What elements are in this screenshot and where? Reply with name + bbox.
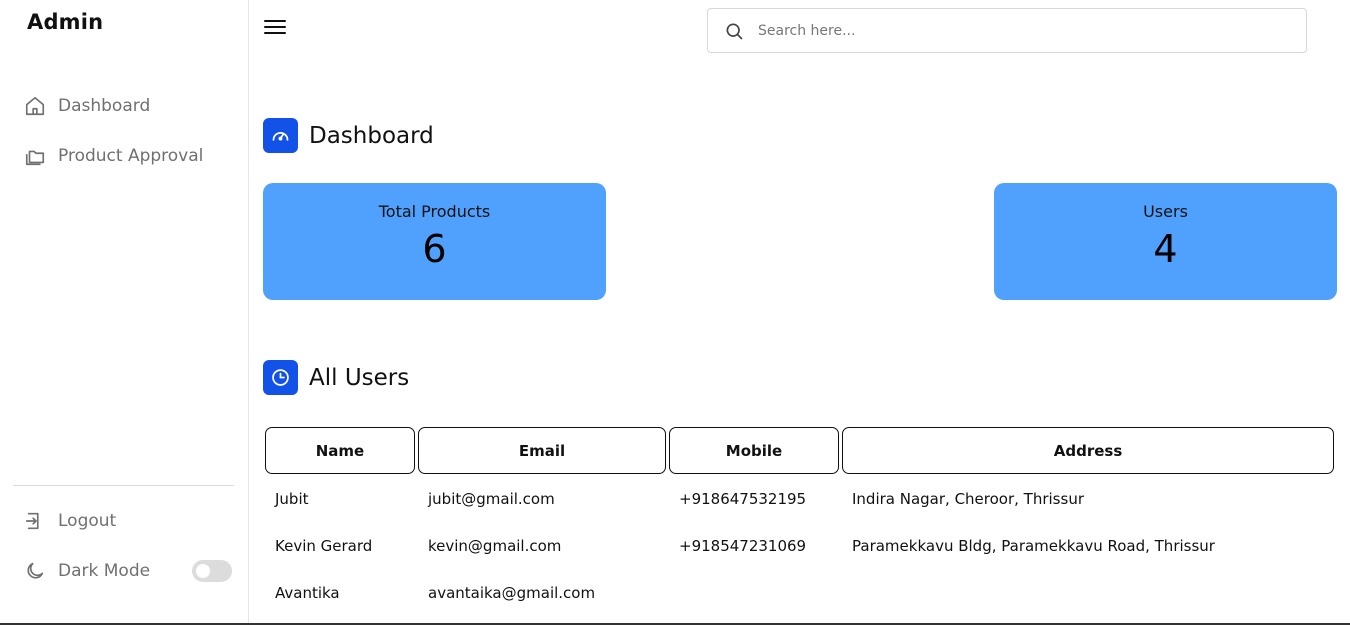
sidebar-item-product-approval[interactable]: Product Approval — [24, 145, 203, 167]
cell-address: Paramekkavu Bldg, Paramekkavu Road, Thri… — [852, 536, 1215, 555]
section-title: All Users — [309, 364, 410, 391]
cell-mobile: +918647532195 — [679, 489, 807, 508]
card-value: 6 — [422, 227, 447, 271]
logout-icon — [24, 510, 46, 532]
logout-label: Logout — [58, 511, 117, 531]
clock-icon — [263, 360, 298, 395]
dashboard-heading: Dashboard — [263, 118, 434, 153]
dark-mode-toggle[interactable] — [192, 560, 232, 582]
table-row: Kevin Gerard kevin@gmail.com +9185472310… — [265, 522, 1335, 569]
cell-email: jubit@gmail.com — [428, 489, 555, 508]
table-body: Jubit jubit@gmail.com +918647532195 Indi… — [265, 475, 1335, 616]
sidebar-divider — [13, 485, 234, 486]
search-icon — [724, 21, 744, 41]
card-value: 4 — [1153, 227, 1178, 271]
total-products-card: Total Products 6 — [263, 183, 606, 300]
all-users-heading: All Users — [263, 360, 409, 395]
column-header-email[interactable]: Email — [418, 427, 666, 474]
sidebar-item-label: Dashboard — [58, 96, 151, 116]
page-title: Dashboard — [309, 122, 434, 149]
column-header-address[interactable]: Address — [842, 427, 1334, 474]
cell-mobile: +918547231069 — [679, 536, 807, 555]
users-card: Users 4 — [994, 183, 1337, 300]
sidebar: Admin Dashboard Product Approval Logout … — [0, 0, 249, 625]
moon-icon — [24, 560, 46, 582]
dark-mode-label: Dark Mode — [58, 561, 151, 581]
folders-icon — [24, 145, 46, 167]
cell-address: Indira Nagar, Cheroor, Thrissur — [852, 489, 1084, 508]
column-header-name[interactable]: Name — [265, 427, 415, 474]
logout-button[interactable]: Logout — [24, 510, 116, 532]
search-input[interactable] — [758, 22, 1278, 39]
cell-email: avantaika@gmail.com — [428, 583, 596, 602]
card-label: Users — [1143, 202, 1188, 221]
sidebar-item-label: Product Approval — [58, 146, 204, 166]
table-row: Avantika avantaika@gmail.com — [265, 569, 1335, 616]
card-label: Total Products — [378, 202, 491, 221]
sidebar-item-dashboard[interactable]: Dashboard — [24, 95, 150, 117]
toggle-knob — [196, 564, 210, 578]
users-table: Name Email Mobile Address Jubit jubit@gm… — [265, 427, 1335, 616]
table-header: Name Email Mobile Address — [265, 427, 1335, 474]
cell-name: Avantika — [275, 583, 340, 602]
cell-email: kevin@gmail.com — [428, 536, 562, 555]
brand-title: Admin — [27, 10, 104, 34]
table-row: Jubit jubit@gmail.com +918647532195 Indi… — [265, 475, 1335, 522]
hamburger-icon[interactable] — [264, 20, 288, 38]
search-bar — [707, 8, 1307, 53]
speedometer-icon — [263, 118, 298, 153]
column-header-mobile[interactable]: Mobile — [669, 427, 839, 474]
home-icon — [24, 95, 46, 117]
cell-name: Kevin Gerard — [275, 536, 373, 555]
cell-name: Jubit — [275, 489, 309, 508]
